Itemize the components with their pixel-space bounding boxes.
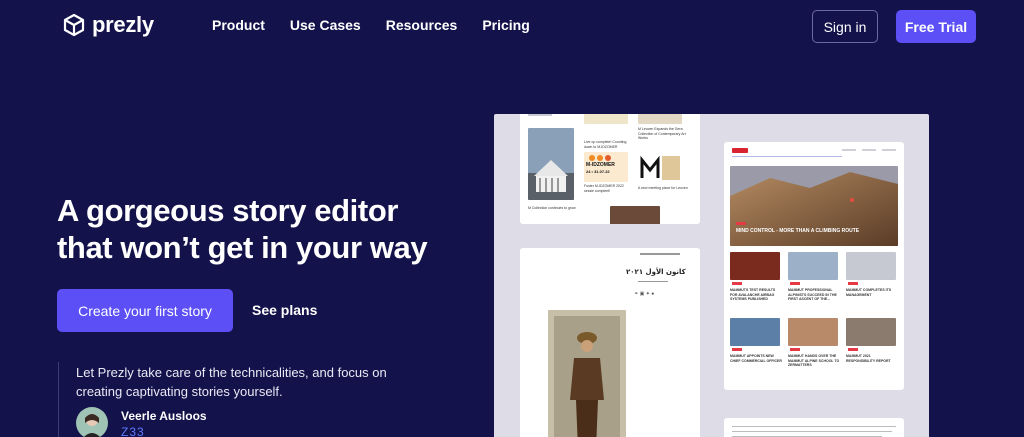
badge xyxy=(790,348,800,351)
mammut-logo-icon xyxy=(732,148,748,153)
nav-links: Product Use Cases Resources Pricing xyxy=(212,17,530,33)
testimonial-company[interactable]: Z33 xyxy=(121,425,145,437)
text-line xyxy=(732,426,896,427)
m-logo-image-icon xyxy=(638,152,682,182)
mammut-newsroom-card: MIND CONTROL - MORE THAN A CLIMBING ROUT… xyxy=(724,142,904,390)
mammut-thumb-6 xyxy=(846,318,896,346)
avatar-portrait-icon xyxy=(83,414,101,437)
article-card: كانون الأول ٢٠٢١ ⚭ ▣ ✦ ● xyxy=(520,248,700,437)
mammut-thumb-1 xyxy=(730,252,780,280)
cube-logo-icon xyxy=(63,13,85,37)
category-bar xyxy=(732,156,842,157)
subtitle-line xyxy=(638,281,668,282)
climbing-hero-photo-icon xyxy=(730,166,898,246)
mammut-thumb-4 xyxy=(730,318,780,346)
hero-badge xyxy=(736,222,746,225)
nav-resources[interactable]: Resources xyxy=(386,17,458,33)
mammut-thumb-3 xyxy=(846,252,896,280)
nav-product[interactable]: Product xyxy=(212,17,265,33)
header-link xyxy=(842,149,856,151)
hero-headline-line-2: that won’t get in your way xyxy=(57,230,428,265)
testimonial-quote: Let Prezly take care of the technicaliti… xyxy=(76,365,387,399)
article-header xyxy=(640,253,680,255)
share-icons[interactable]: ⚭ ▣ ✦ ● xyxy=(634,292,654,297)
free-trial-button[interactable]: Free Trial xyxy=(896,10,976,43)
mammut-thumb-5 xyxy=(788,318,838,346)
testimonial-author: Veerle Ausloos xyxy=(121,409,207,423)
newsroom-item-1: Live op complete! Counting down to M-IDZ… xyxy=(584,140,627,149)
hero-headline-line-1: A gorgeous story editor xyxy=(57,193,399,228)
sign-in-button[interactable]: Sign in xyxy=(812,10,878,43)
newsroom-item-3: A new meeting place for Leuven xyxy=(638,186,688,190)
mammut-item-3: MAMMUT COMPLETES ITS MANAGEMENT xyxy=(846,288,892,297)
midzomer-poster-top xyxy=(584,114,628,124)
avatar xyxy=(76,407,108,437)
top-navigation: prezly Product Use Cases Resources Prici… xyxy=(0,0,1024,56)
portrait-photo-icon xyxy=(548,310,626,437)
header-link xyxy=(862,149,876,151)
text-card xyxy=(724,418,904,437)
midzomer-dates: 24 • 31.07.22 xyxy=(586,169,610,174)
badge xyxy=(790,282,800,285)
mammut-item-5: MAMMUT HANDS OVER THE MAMMUT ALPINE SCHO… xyxy=(788,354,840,367)
see-plans-link[interactable]: See plans xyxy=(252,302,317,318)
create-story-button[interactable]: Create your first story xyxy=(57,289,233,332)
mammut-thumb-2 xyxy=(788,252,838,280)
header-link xyxy=(882,149,896,151)
arabic-title: كانون الأول ٢٠٢١ xyxy=(626,268,686,276)
quote-divider xyxy=(58,362,59,437)
nav-use-cases[interactable]: Use Cases xyxy=(290,17,361,33)
date-line xyxy=(528,114,552,116)
art-image-top xyxy=(638,114,682,124)
newsroom-item-2: M Leuven Expands the Gera Collection of … xyxy=(638,127,686,140)
midzomer-label: M-IDZOMER xyxy=(586,162,615,168)
prezly-logo[interactable]: prezly xyxy=(62,12,154,38)
hero-headline: A gorgeous story editor that won’t get i… xyxy=(57,192,428,266)
mammut-item-4: MAMMUT APPOINTS NEW CHIEF COMMERCIAL OFF… xyxy=(730,354,782,363)
mammut-item-1: MAMMUTS TEST RESULTS FOR AVALANCHE AIRBA… xyxy=(730,288,776,301)
museum-photo-icon xyxy=(528,128,574,200)
nav-pricing[interactable]: Pricing xyxy=(482,17,529,33)
badge xyxy=(848,282,858,285)
newsroom-item-5: M Collection continues to grow xyxy=(528,206,576,210)
newsroom-item-4: Foster M-IDZOMER 2022 sessie compleet! xyxy=(584,184,624,193)
product-showcase: M Leuven Expands the Gera Collection of … xyxy=(494,114,929,437)
badge xyxy=(848,348,858,351)
mammut-hero-title: MIND CONTROL - MORE THAN A CLIMBING ROUT… xyxy=(736,228,860,234)
bottom-photo xyxy=(610,206,660,224)
mammut-item-6: MAMMUT 2021 RESPONSIBILITY REPORT xyxy=(846,354,891,363)
newsroom-card: M Leuven Expands the Gera Collection of … xyxy=(520,114,700,224)
badge xyxy=(732,282,742,285)
badge xyxy=(732,348,742,351)
brand-name: prezly xyxy=(92,12,154,37)
text-line xyxy=(732,431,892,432)
mammut-item-2: MAMMUT PROFESSIONAL ALPINISTS SUCCEED IN… xyxy=(788,288,837,301)
